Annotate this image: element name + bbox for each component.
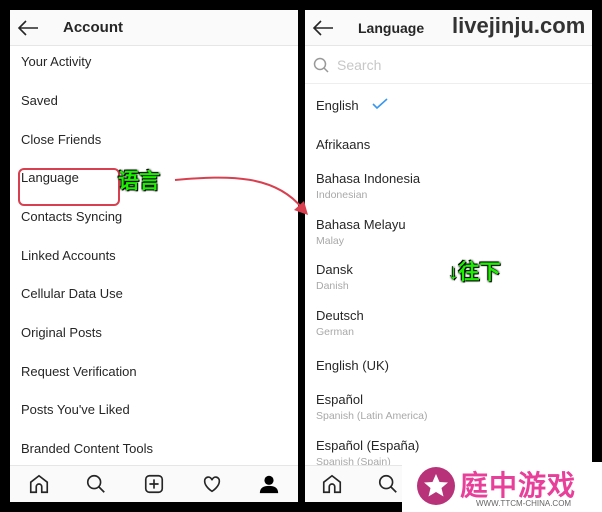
language-item[interactable]: Dansk Danish: [316, 262, 353, 292]
language-item[interactable]: Afrikaans: [316, 137, 370, 152]
search-icon[interactable]: [85, 473, 107, 495]
back-arrow-icon[interactable]: [17, 19, 39, 36]
add-post-icon[interactable]: [143, 473, 165, 495]
logo-text: 庭中游戏: [460, 470, 577, 501]
menu-item-linked-accounts[interactable]: Linked Accounts: [21, 248, 116, 263]
home-icon[interactable]: [28, 473, 50, 495]
menu-item-saved[interactable]: Saved: [21, 93, 58, 108]
menu-item-original-posts[interactable]: Original Posts: [21, 325, 102, 340]
back-arrow-icon[interactable]: [312, 19, 334, 36]
language-item[interactable]: English (UK): [316, 358, 389, 373]
language-item[interactable]: Bahasa Indonesia Indonesian: [316, 171, 420, 201]
home-icon[interactable]: [321, 473, 343, 495]
language-item[interactable]: Español Spanish (Latin America): [316, 392, 427, 422]
language-item[interactable]: Deutsch German: [316, 308, 364, 338]
watermark: livejinju.com: [452, 13, 586, 38]
menu-item-close-friends[interactable]: Close Friends: [21, 132, 101, 147]
language-item-english[interactable]: English: [316, 98, 388, 113]
site-logo: 庭中游戏 WWW.TTCM-CHINA.COM: [402, 462, 602, 512]
menu-item-contacts-syncing[interactable]: Contacts Syncing: [21, 209, 122, 224]
account-screen: Account Your Activity Saved Close Friend…: [10, 10, 298, 502]
header: Account: [10, 10, 298, 46]
page-title: Language: [358, 19, 425, 36]
annotation-scroll-down: ↓往下: [448, 261, 501, 284]
search-bar[interactable]: Search: [305, 46, 592, 84]
bottom-nav: [10, 465, 298, 502]
search-icon: [313, 57, 329, 73]
checkmark-icon: [372, 98, 388, 110]
menu-item-posts-liked[interactable]: Posts You've Liked: [21, 402, 130, 417]
annotation-language: 语言: [118, 170, 160, 193]
search-input[interactable]: Search: [337, 57, 381, 73]
language-highlight-box: [18, 168, 120, 206]
menu-item-branded-content-tools[interactable]: Branded Content Tools: [21, 441, 153, 456]
menu-item-your-activity[interactable]: Your Activity: [21, 54, 91, 69]
profile-icon[interactable]: [258, 473, 280, 495]
search-icon[interactable]: [377, 473, 399, 495]
menu-item-request-verification[interactable]: Request Verification: [21, 364, 137, 379]
logo-url: WWW.TTCM-CHINA.COM: [476, 499, 572, 508]
heart-icon[interactable]: [201, 473, 223, 495]
menu-item-cellular-data-use[interactable]: Cellular Data Use: [21, 286, 123, 301]
annotation-arrow: [174, 176, 308, 215]
language-item[interactable]: Bahasa Melayu Malay: [316, 217, 406, 247]
page-title: Account: [63, 19, 123, 36]
star-logo-icon: [417, 467, 455, 505]
